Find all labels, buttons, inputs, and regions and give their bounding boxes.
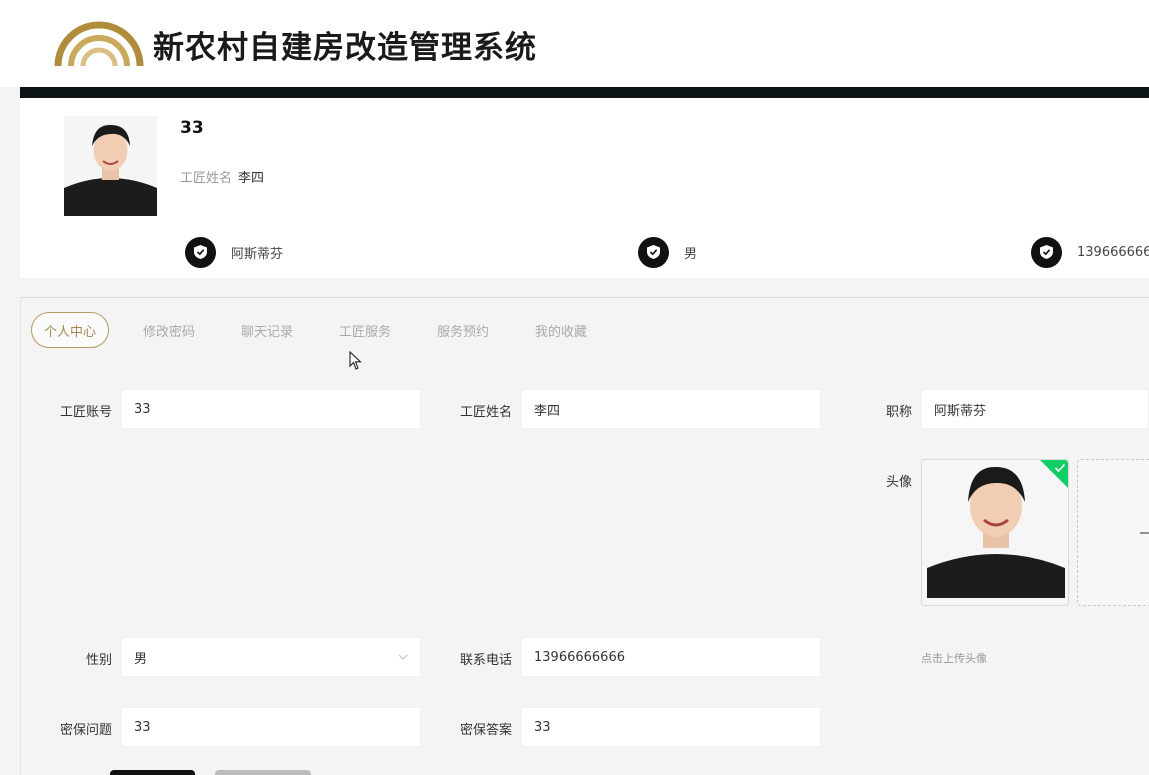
avatar-upload-hint: 点击上传头像 — [921, 652, 987, 665]
info-item-phone: 13966666666 — [1031, 236, 1149, 268]
gender-select[interactable]: 男 — [121, 637, 421, 677]
site-header: 新农村自建房改造管理系统 — [0, 0, 1149, 87]
profile-name-label: 工匠姓名 — [180, 171, 233, 186]
job-title-field[interactable]: 阿斯蒂芬 — [921, 389, 1149, 429]
tab-my-favorites[interactable]: 我的收藏 — [522, 312, 600, 348]
chevron-down-icon — [398, 654, 408, 660]
avatar — [64, 116, 157, 216]
tab-service-booking[interactable]: 服务预约 — [424, 312, 502, 348]
avatar-upload-preview[interactable] — [921, 459, 1069, 606]
label-phone: 联系电话 — [459, 653, 512, 668]
tab-personal-center[interactable]: 个人中心 — [31, 312, 109, 348]
security-answer-field[interactable]: 33 — [521, 707, 821, 747]
profile-name-value: 李四 — [238, 171, 265, 186]
info-phone-text: 13966666666 — [1077, 244, 1149, 260]
account-field[interactable]: 33 — [121, 389, 421, 429]
gender-select-value: 男 — [134, 651, 148, 667]
label-gender: 性别 — [85, 653, 112, 668]
security-question-field[interactable]: 33 — [121, 707, 421, 747]
info-title-text: 阿斯蒂芬 — [231, 246, 284, 262]
update-button[interactable] — [110, 770, 195, 775]
info-item-gender: 男 — [638, 236, 697, 268]
info-item-title: 阿斯蒂芬 — [185, 236, 283, 268]
profile-card: 33 工匠姓名李四 阿斯蒂芬 男 13966666666 — [20, 98, 1149, 278]
phone-field[interactable]: 13966666666 — [521, 637, 821, 677]
plus-icon — [1140, 532, 1149, 534]
tab-chat-history[interactable]: 聊天记录 — [228, 312, 306, 348]
mouse-cursor-icon — [349, 351, 362, 370]
header-divider — [20, 87, 1149, 98]
logout-button[interactable] — [215, 770, 311, 775]
shield-icon — [638, 236, 669, 268]
label-name: 工匠姓名 — [459, 405, 512, 420]
label-avatar: 头像 — [885, 475, 912, 490]
check-icon — [1054, 463, 1066, 473]
tab-change-password[interactable]: 修改密码 — [130, 312, 208, 348]
tab-craftsman-service[interactable]: 工匠服务 — [326, 312, 404, 348]
profile-name-row: 工匠姓名 李四 — [180, 167, 264, 186]
label-security-answer: 密保答案 — [459, 723, 512, 738]
arch-logo-icon — [54, 21, 144, 67]
shield-icon — [185, 236, 216, 268]
label-account: 工匠账号 — [59, 405, 112, 420]
label-security-question: 密保问题 — [59, 723, 112, 738]
name-field[interactable]: 李四 — [521, 389, 821, 429]
avatar-upload-add-button[interactable] — [1077, 459, 1149, 606]
label-job-title: 职称 — [885, 405, 912, 420]
site-title: 新农村自建房改造管理系统 — [153, 30, 537, 66]
profile-account: 33 — [180, 118, 204, 138]
shield-icon — [1031, 236, 1062, 268]
info-gender-text: 男 — [684, 246, 698, 262]
